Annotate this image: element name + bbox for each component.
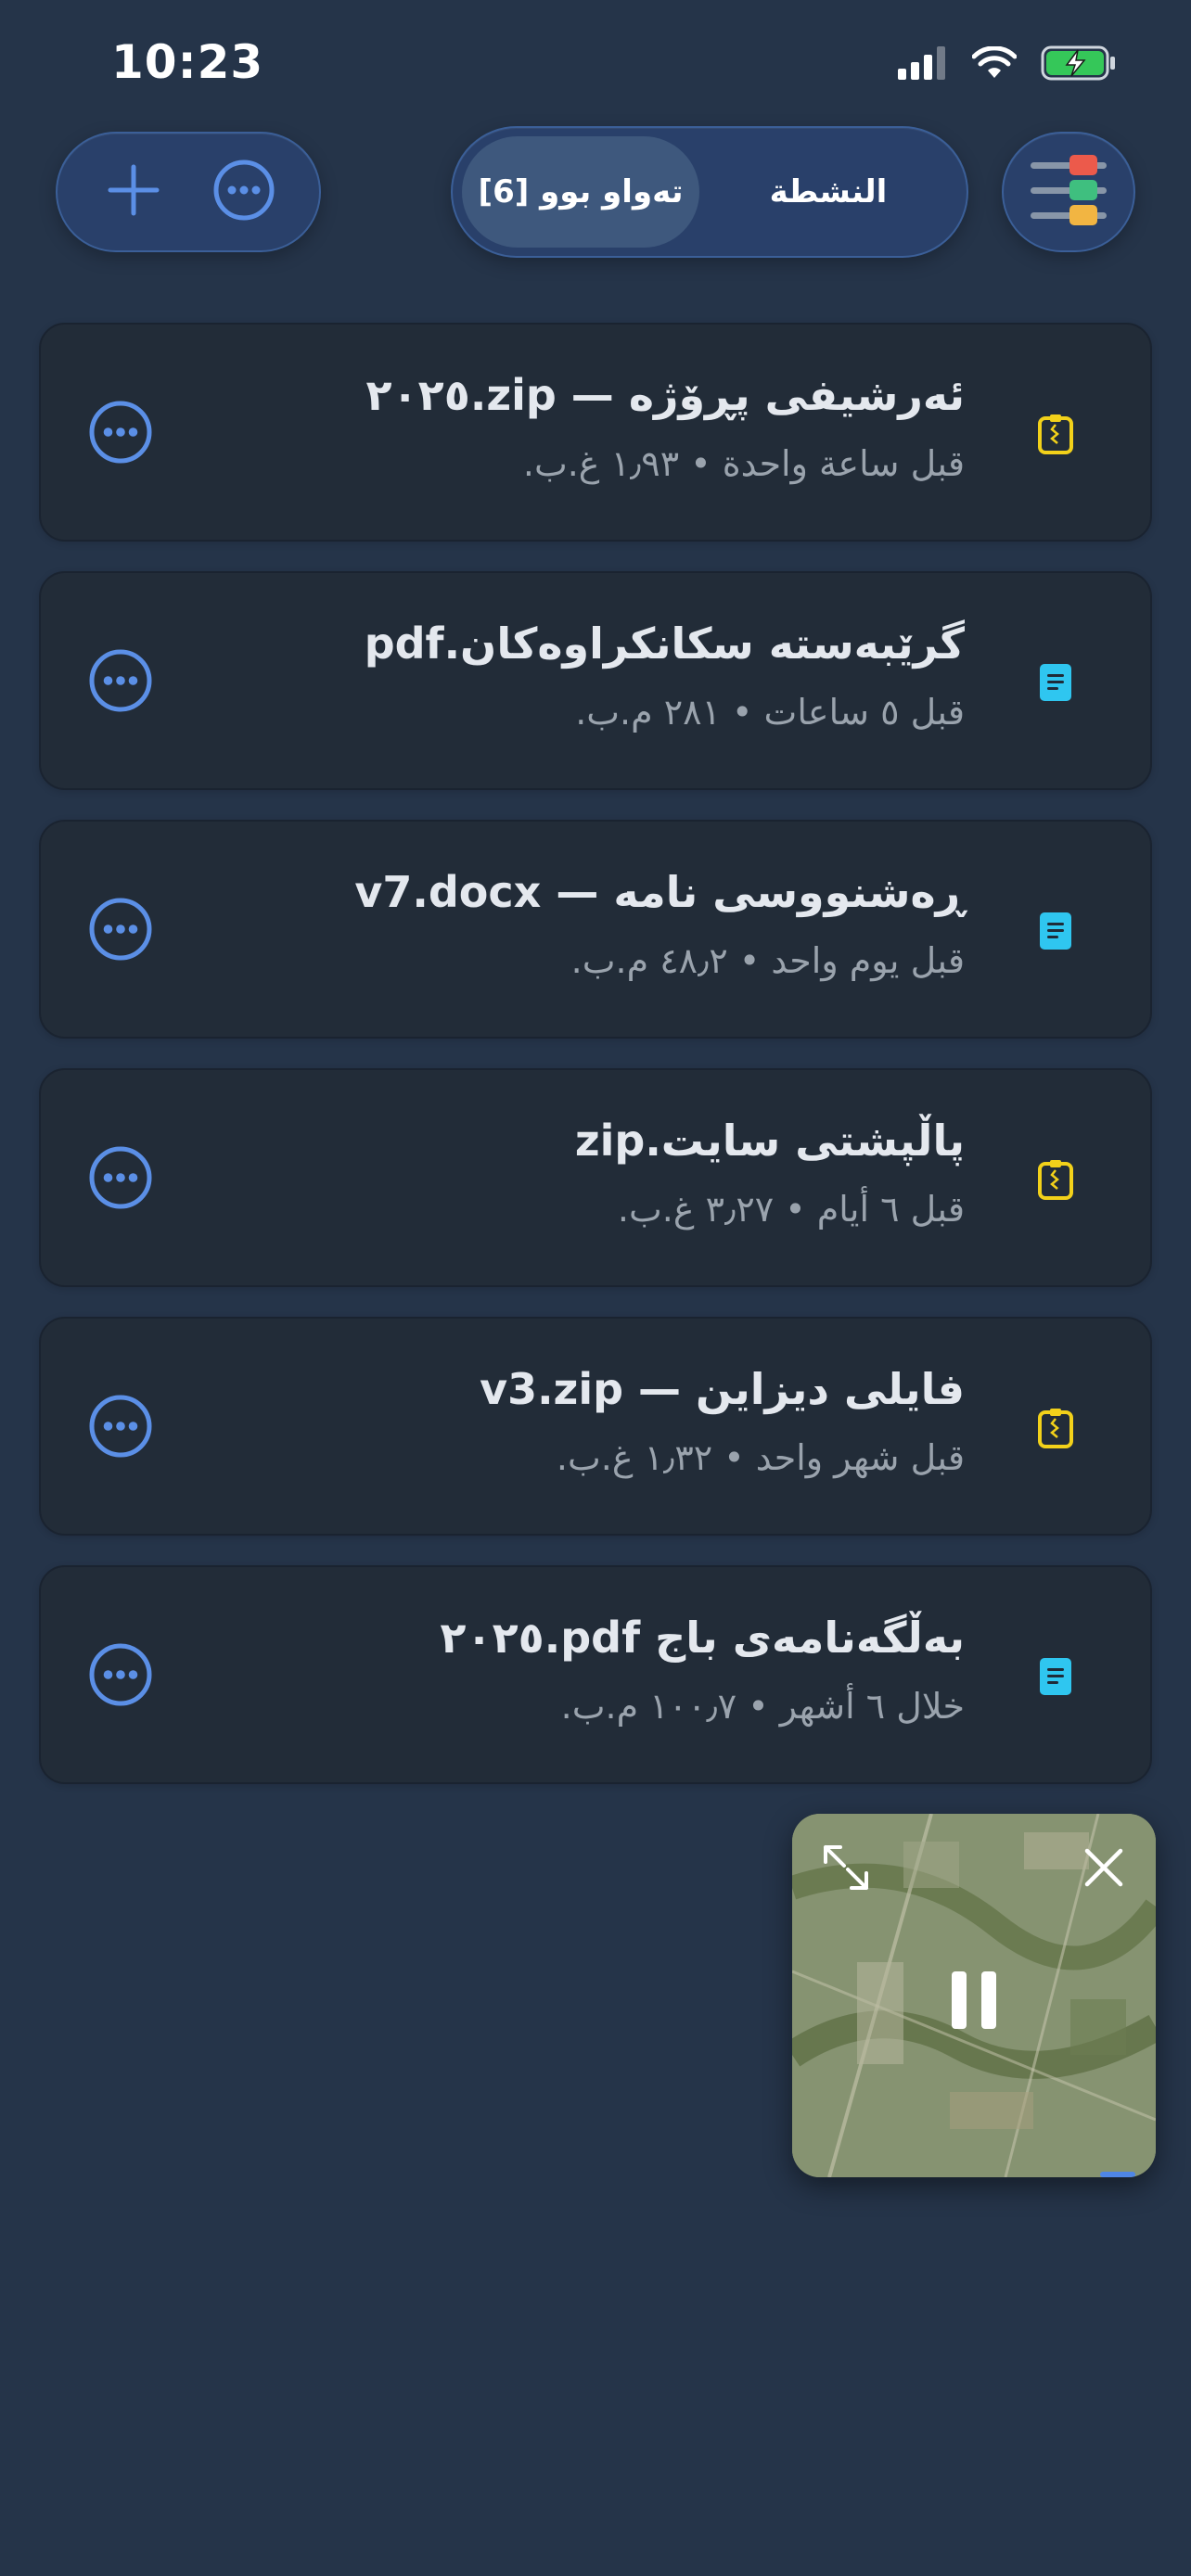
file-list: ئەرشیفی پڕۆژە — zip.٢٠٢٥ قبل ساعة واحدة … xyxy=(39,323,1152,1814)
filter-segmented-control: تەواو بوو [6] النشطة xyxy=(451,126,968,258)
file-meta: قبل شهر واحد • ١٫٣٢ غ.ب. xyxy=(556,1437,965,1478)
zip-file-icon xyxy=(1035,1404,1076,1452)
file-card[interactable]: گرێبەستە سکانکراوەکان.pdf قبل ٥ ساعات • … xyxy=(39,571,1152,790)
picture-in-picture-player[interactable] xyxy=(792,1814,1156,2177)
file-card[interactable]: ئەرشیفی پڕۆژە — zip.٢٠٢٥ قبل ساعة واحدة … xyxy=(39,323,1152,542)
playback-progress xyxy=(1100,2172,1135,2177)
zip-file-icon xyxy=(1035,410,1076,458)
add-button[interactable] xyxy=(92,150,175,234)
pause-icon[interactable] xyxy=(946,1968,1002,2033)
file-name: گرێبەستە سکانکراوەکان.pdf xyxy=(364,618,965,669)
document-file-icon xyxy=(1035,907,1076,955)
file-meta: قبل يوم واحد • ٤٨٫٢ م.ب. xyxy=(570,940,965,981)
battery-charging-icon xyxy=(1041,45,1117,85)
document-file-icon xyxy=(1035,1652,1076,1701)
actions-pill xyxy=(56,132,321,252)
tab-completed-label: تەواو بوو [6] xyxy=(478,173,684,210)
status-bar: 10:23 xyxy=(0,0,1191,139)
expand-icon[interactable] xyxy=(818,1840,874,1895)
file-name: پاڵپشتی سایت.zip xyxy=(574,1116,965,1166)
close-icon[interactable] xyxy=(1078,1842,1130,1894)
wifi-icon xyxy=(971,45,1018,83)
status-icons xyxy=(898,45,1117,85)
zip-file-icon xyxy=(1035,1155,1076,1204)
file-card[interactable]: ڕەشنووسی نامە — v7.docx قبل يوم واحد • ٤… xyxy=(39,820,1152,1039)
file-meta: قبل ٦ أيام • ٣٫٢٧ غ.ب. xyxy=(617,1189,965,1230)
more-circle-icon xyxy=(212,159,275,225)
document-file-icon xyxy=(1035,658,1076,707)
more-options-button[interactable] xyxy=(202,150,286,234)
tab-completed[interactable]: تەواو بوو [6] xyxy=(462,136,699,248)
file-name: ئەرشیفی پڕۆژە — zip.٢٠٢٥ xyxy=(365,370,965,420)
file-meta: خلال ٦ أشهر • ١٠٠٫٧ م.ب. xyxy=(560,1686,965,1727)
plus-icon xyxy=(107,163,160,221)
file-name: فایلی دیزاین — v3.zip xyxy=(480,1364,965,1414)
file-card[interactable]: پاڵپشتی سایت.zip قبل ٦ أيام • ٣٫٢٧ غ.ب. xyxy=(39,1068,1152,1287)
file-name: بەڵگەنامەی باج pdf.٢٠٢٥ xyxy=(440,1613,965,1663)
file-name: ڕەشنووسی نامە — v7.docx xyxy=(354,867,965,917)
file-meta: قبل ساعة واحدة • ١٫٩٣ غ.ب. xyxy=(522,443,965,484)
file-card[interactable]: فایلی دیزاین — v3.zip قبل شهر واحد • ١٫٣… xyxy=(39,1317,1152,1536)
file-card[interactable]: بەڵگەنامەی باج pdf.٢٠٢٥ خلال ٦ أشهر • ١٠… xyxy=(39,1565,1152,1784)
colored-list-icon xyxy=(1027,151,1110,233)
file-meta: قبل ٥ ساعات • ٢٨١ م.ب. xyxy=(575,692,965,733)
status-time: 10:23 xyxy=(111,35,264,89)
tab-active-label: النشطة xyxy=(769,173,888,210)
tab-active[interactable]: النشطة xyxy=(699,136,957,248)
menu-button[interactable] xyxy=(1002,132,1135,252)
signal-icon xyxy=(898,46,948,83)
